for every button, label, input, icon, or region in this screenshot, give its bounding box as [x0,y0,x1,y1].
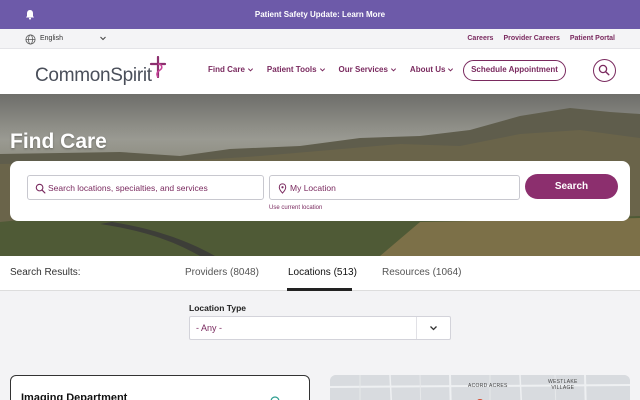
tab-resources[interactable]: Resources (1064) [382,267,461,278]
location-pin-icon [270,396,280,400]
location-title[interactable]: Imaging Department [21,392,127,400]
tab-providers[interactable]: Providers (8048) [185,267,259,278]
search-button[interactable]: Search [525,174,618,199]
keyword-search-input[interactable] [48,180,268,196]
tab-locations[interactable]: Locations (513) [288,267,357,278]
chevron-down-icon[interactable] [99,34,107,42]
keyword-search-field[interactable] [27,175,268,200]
language-select[interactable]: English [40,35,63,42]
active-tab-indicator [287,288,352,291]
menu-label: Patient Tools [266,65,317,74]
chevron-down-icon [247,68,253,72]
location-type-select[interactable]: - Any - [189,316,451,340]
menu-label: Find Care [208,65,245,74]
announcement-bar: Patient Safety Update: Learn More [0,0,640,29]
location-field[interactable] [269,175,520,200]
location-type-label: Location Type [189,303,246,313]
globe-icon [25,34,36,45]
results-map[interactable]: ACORD ACRES WESTLAKE VILLAGE [330,375,630,400]
results-label: Search Results: [10,267,81,278]
map-label-line: VILLAGE [551,385,575,391]
nav-search-button[interactable] [593,59,616,82]
menu-our-services[interactable]: Our Services [339,65,397,74]
location-input[interactable] [290,180,510,196]
search-card: Use current location Search [10,161,630,221]
announcement-link[interactable]: Patient Safety Update: Learn More [0,10,640,19]
patient-portal-link[interactable]: Patient Portal [570,35,615,42]
location-result-card[interactable]: Imaging Department [10,375,310,400]
logo[interactable]: CommonSpirit [35,65,152,87]
select-toggle[interactable] [416,317,450,339]
chevron-down-icon [390,68,396,72]
hero-banner: Find Care Use current location Search [0,94,640,256]
select-value: - Any - [196,323,223,333]
map-label: ACORD ACRES [468,383,508,389]
use-current-location-link[interactable]: Use current location [269,205,322,211]
careers-link[interactable]: Careers [467,35,493,42]
main-nav: CommonSpirit Find Care Patient Tools Our… [0,49,640,94]
menu-label: Our Services [338,65,388,74]
menu-about-us[interactable]: About Us [410,65,455,74]
page-title: Find Care [10,130,107,153]
results-tabs-bar: Search Results: Providers (8048) Locatio… [0,256,640,291]
chevron-down-icon [430,326,437,331]
search-icon [598,64,610,76]
chevron-down-icon [448,68,454,72]
main-menu: Find Care Patient Tools Our Services Abo… [208,65,454,74]
schedule-appointment-button[interactable]: Schedule Appointment [463,60,566,81]
map-label: WESTLAKE VILLAGE [548,379,578,391]
logo-cross-icon [149,56,167,78]
utility-bar: English Careers Provider Careers Patient… [0,29,640,49]
provider-careers-link[interactable]: Provider Careers [503,35,559,42]
menu-patient-tools[interactable]: Patient Tools [267,65,326,74]
location-pin-icon [278,183,287,194]
menu-label: About Us [409,65,446,74]
menu-find-care[interactable]: Find Care [208,65,254,74]
search-icon [35,183,46,194]
chevron-down-icon [319,68,325,72]
utility-links: Careers Provider Careers Patient Portal [467,35,615,42]
